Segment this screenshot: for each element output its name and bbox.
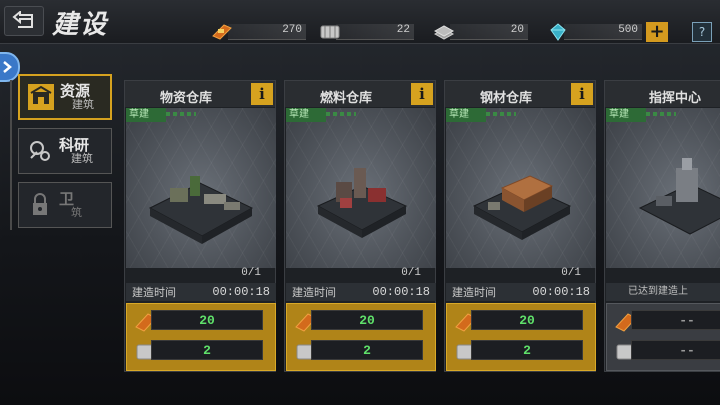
building-name: 指挥中心 xyxy=(648,91,701,106)
status-badge: 草建 xyxy=(286,108,326,122)
tab-sublabel: 筑 xyxy=(71,206,82,220)
add-resource-button[interactable]: + xyxy=(646,22,668,42)
build-time-label: 建造时间 xyxy=(292,286,336,299)
cost-row-fuel: -- xyxy=(631,340,720,360)
tab-label: 卫 xyxy=(59,189,75,208)
resource-ammo: 270 xyxy=(210,22,306,42)
command-center-icon xyxy=(638,158,720,235)
status-badge: 草建 xyxy=(126,108,166,122)
cost-row-ammo: 20 xyxy=(471,310,583,330)
cost-value: 2 xyxy=(523,342,531,358)
build-count: 0/1 xyxy=(401,267,421,279)
max-built-note: 已达到建造上 xyxy=(606,283,720,301)
cost-row-ammo: -- xyxy=(631,310,720,330)
cost-row-fuel: 2 xyxy=(471,340,583,360)
build-time-label: 建造时间 xyxy=(132,286,176,299)
building-card-steel-warehouse[interactable]: 钢材仓库 i 草建 0/1 建造时间 00:00:18 20 2 xyxy=(444,80,596,372)
build-time-value: 00:00:18 xyxy=(212,285,270,299)
fuel-warehouse-icon xyxy=(316,168,408,238)
card-clip: 指挥中心 草建 已达到建造上 -- -- xyxy=(604,80,720,372)
info-button[interactable]: i xyxy=(411,83,433,105)
resource-crystal: 500 xyxy=(546,22,642,42)
supply-warehouse-icon xyxy=(148,176,254,244)
back-arrow-icon xyxy=(12,11,33,28)
status-badge: 草建 xyxy=(606,108,646,122)
build-count: 0/1 xyxy=(561,267,581,279)
build-count: 0/1 xyxy=(241,267,261,279)
tab-research-buildings[interactable]: 科研 建筑 xyxy=(18,128,112,174)
tab-sublabel: 建筑 xyxy=(71,152,93,166)
ammo-icon xyxy=(212,24,232,40)
cost-value: -- xyxy=(679,342,695,358)
resource-fuel-value: 22 xyxy=(396,24,410,36)
cost-value: 20 xyxy=(359,312,375,328)
research-icon xyxy=(30,141,50,161)
tab-sublabel: 建筑 xyxy=(72,98,94,112)
building-name: 钢材仓库 xyxy=(479,91,532,106)
build-time-label: 建造时间 xyxy=(452,286,496,299)
building-card-command-center[interactable]: 指挥中心 草建 已达到建造上 -- -- xyxy=(604,80,720,372)
build-time-value: 00:00:18 xyxy=(532,285,590,299)
building-image: 草建 xyxy=(286,108,436,268)
cost-panel: 20 2 xyxy=(286,303,436,371)
warehouse-icon xyxy=(28,84,54,110)
build-time-value: 00:00:18 xyxy=(372,285,430,299)
cost-value: 2 xyxy=(363,342,371,358)
resource-crystal-value: 500 xyxy=(618,24,638,36)
status-badge: 草建 xyxy=(446,108,486,122)
crystal-icon xyxy=(550,23,566,41)
building-image: 草建 xyxy=(126,108,276,268)
top-bar: 建设 270 22 20 500 + ? xyxy=(0,0,720,44)
cost-row-ammo: 20 xyxy=(151,310,263,330)
building-card-fuel-warehouse[interactable]: 燃料仓库 i 草建 0/1 建造时间 00:00:18 20 2 xyxy=(284,80,436,372)
building-image: 草建 xyxy=(606,108,720,268)
steel-icon xyxy=(433,25,455,40)
tab-label: 科研 xyxy=(59,135,90,154)
resource-steel-value: 20 xyxy=(510,24,524,36)
cost-panel: 20 2 xyxy=(446,303,596,371)
tab-label: 资源 xyxy=(60,81,91,100)
cost-row-fuel: 2 xyxy=(311,340,423,360)
back-button[interactable] xyxy=(4,6,44,36)
building-name: 物资仓库 xyxy=(159,91,212,106)
resource-ammo-value: 270 xyxy=(282,24,302,36)
building-image: 草建 xyxy=(446,108,596,268)
cost-value: 20 xyxy=(199,312,215,328)
build-time: 建造时间 00:00:18 xyxy=(286,283,436,301)
building-name: 燃料仓库 xyxy=(319,91,372,106)
build-time: 建造时间 00:00:18 xyxy=(126,283,276,301)
lock-icon xyxy=(33,193,47,215)
cost-panel: 20 2 xyxy=(126,303,276,371)
build-time: 建造时间 00:00:18 xyxy=(446,283,596,301)
cost-panel: -- -- xyxy=(606,303,720,371)
fuel-icon xyxy=(320,25,340,39)
cost-row-ammo: 20 xyxy=(311,310,423,330)
info-button[interactable]: i xyxy=(571,83,593,105)
steel-warehouse-icon xyxy=(472,175,572,240)
tab-resource-buildings[interactable]: 资源 建筑 xyxy=(18,74,112,120)
side-divider xyxy=(10,80,12,230)
cost-row-fuel: 2 xyxy=(151,340,263,360)
tab-defense-buildings[interactable]: 卫 筑 xyxy=(18,182,112,228)
help-button[interactable]: ? xyxy=(692,22,712,42)
cost-value: 2 xyxy=(203,342,211,358)
info-button[interactable]: i xyxy=(251,83,273,105)
building-card-supply-warehouse[interactable]: 物资仓库 i 草建 0/1 建造时间 00:00:18 20 2 xyxy=(124,80,276,372)
page-title: 建设 xyxy=(52,10,109,40)
chevron-right-icon xyxy=(3,61,12,73)
resource-fuel: 22 xyxy=(318,22,414,42)
cost-value: -- xyxy=(679,312,695,328)
resource-steel: 20 xyxy=(432,22,528,42)
cost-value: 20 xyxy=(519,312,535,328)
